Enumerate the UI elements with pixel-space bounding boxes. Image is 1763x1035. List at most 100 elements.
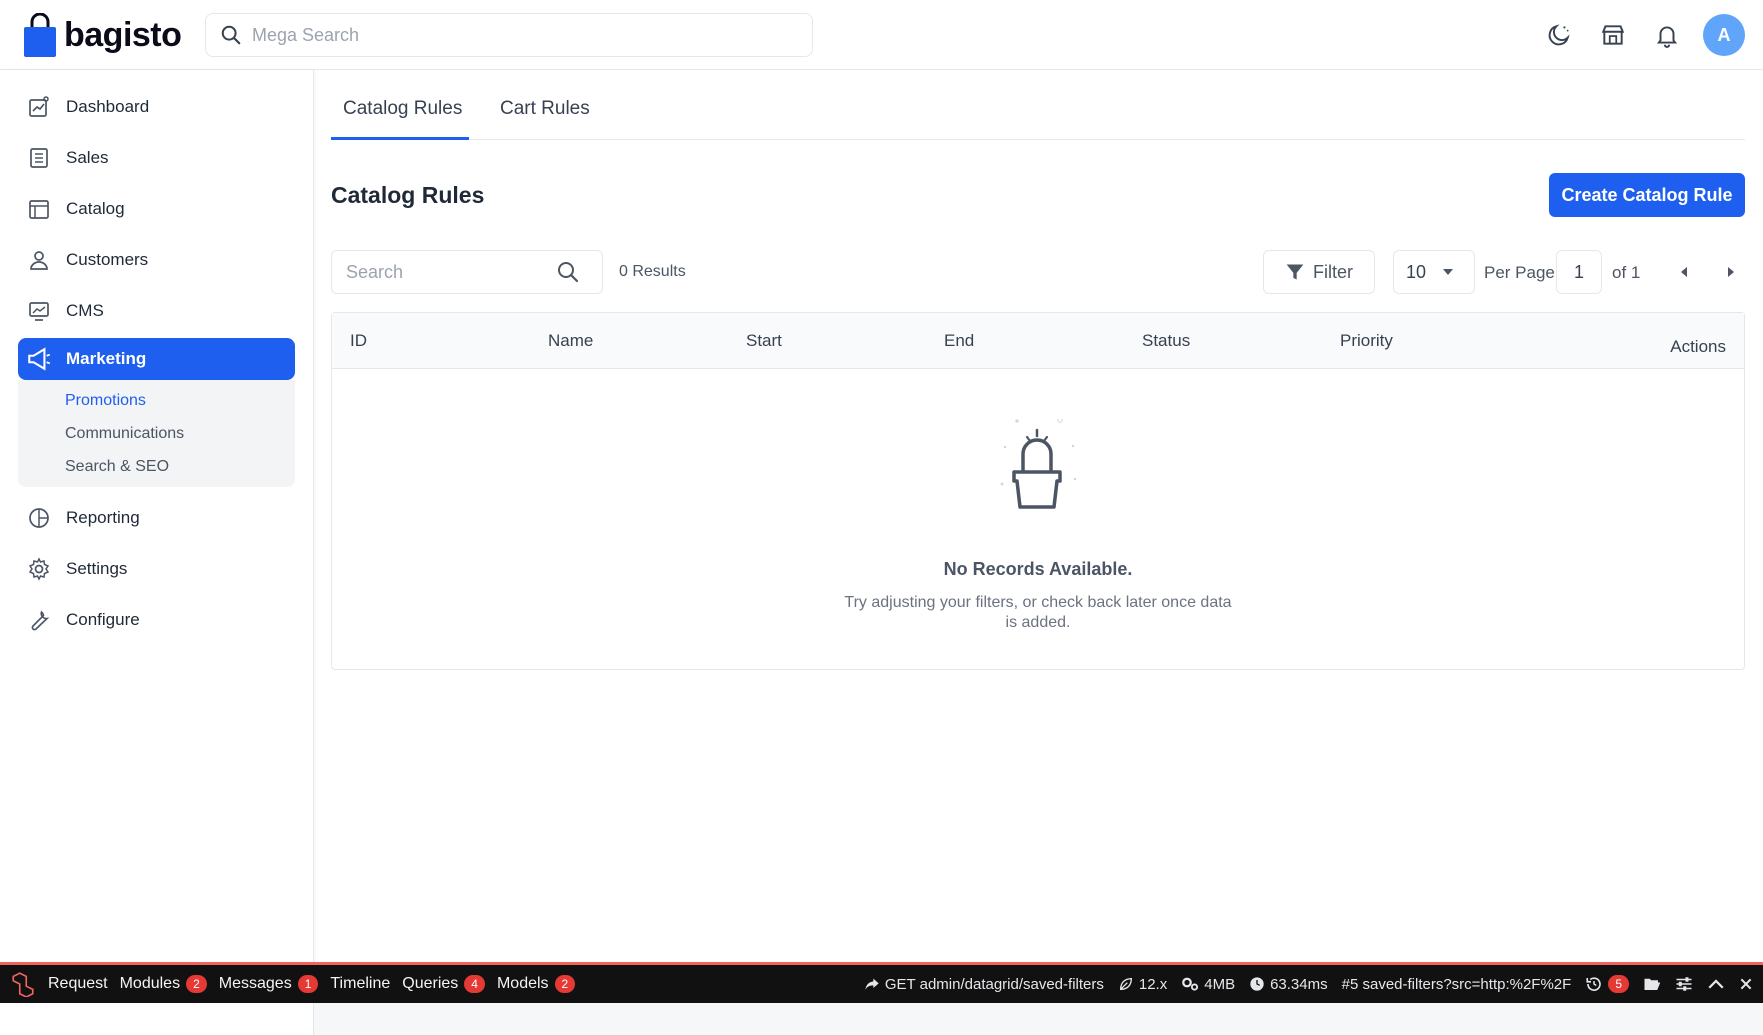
mega-search-bar[interactable] <box>205 13 813 57</box>
empty-state-description: Try adjusting your filters, or check bac… <box>844 594 1232 631</box>
notification-bell-icon[interactable] <box>1649 17 1685 53</box>
footer-strip <box>314 1003 1763 1035</box>
sidebar-item-cms[interactable]: CMS <box>18 290 295 332</box>
count-badge: 2 <box>186 975 207 993</box>
filter-button[interactable]: Filter <box>1263 250 1375 294</box>
column-header-end[interactable]: End <box>944 331 974 351</box>
debug-bar-tabs: Request Modules 2 Messages 1 Timeline Quer… <box>10 965 576 1003</box>
column-header-priority[interactable]: Priority <box>1340 331 1393 351</box>
sidebar-item-customers[interactable]: Customers <box>18 239 295 281</box>
memory-info: 4MB <box>1181 976 1235 993</box>
per-page-label: Per Page <box>1484 263 1555 282</box>
time-info: 63.34ms <box>1249 976 1328 993</box>
debug-tab-request[interactable]: Request <box>48 975 108 993</box>
pie-chart-icon <box>26 505 52 531</box>
next-page-icon[interactable] <box>1721 262 1741 282</box>
chevron-up-icon[interactable] <box>1707 977 1725 991</box>
storefront-icon[interactable] <box>1595 17 1631 53</box>
request-selector[interactable]: #5 saved-filters?src=http:%2F%2F <box>1342 976 1572 993</box>
datagrid-search[interactable] <box>331 250 603 294</box>
request-id-label: #5 saved-filters?src=http:%2F%2F <box>1341 975 1572 993</box>
count-badge: 4 <box>464 975 485 993</box>
megaphone-icon <box>26 346 52 372</box>
total-pages-label: of 1 <box>1612 263 1641 282</box>
sidebar-item-label: Dashboard <box>66 97 150 116</box>
search-icon <box>221 25 241 45</box>
gear-icon <box>26 556 52 582</box>
close-icon[interactable] <box>1739 977 1753 991</box>
previous-page-icon[interactable] <box>1674 262 1694 282</box>
sidebar-item-settings[interactable]: Settings <box>18 548 295 590</box>
settings-sliders-icon[interactable] <box>1675 976 1693 992</box>
search-icon[interactable] <box>556 260 580 284</box>
debug-tab-label: Timeline <box>330 975 391 992</box>
route-label: GET admin/datagrid/saved-filters <box>884 975 1104 993</box>
submenu-item-search-seo[interactable]: Search & SEO <box>65 458 169 476</box>
debug-tab-models[interactable]: Models 2 <box>497 975 576 993</box>
catalog-rules-table: ID Name Start End Status Priority Action… <box>331 312 1745 670</box>
route-info: GET admin/datagrid/saved-filters <box>864 976 1104 993</box>
sales-icon <box>26 145 52 171</box>
sidebar-item-label: Marketing <box>66 349 147 368</box>
rule-tabs: Catalog Rules Cart Rules <box>331 70 1745 140</box>
sidebar-item-marketing[interactable]: Marketing <box>18 338 295 380</box>
sidebar: Dashboard Sales Catalog Customers CMS Ma… <box>0 70 314 1035</box>
caret-down-icon <box>1443 269 1454 275</box>
sidebar-item-reporting[interactable]: Reporting <box>18 497 295 539</box>
user-avatar[interactable]: A <box>1703 14 1745 56</box>
sidebar-item-label: Customers <box>66 250 149 269</box>
results-count: 0 Results <box>619 263 686 280</box>
dark-mode-icon[interactable] <box>1541 17 1577 53</box>
debug-tab-timeline[interactable]: Timeline <box>330 975 390 993</box>
sidebar-item-label: Sales <box>66 148 109 167</box>
clock-icon <box>1250 977 1264 991</box>
submenu-item-promotions[interactable]: Promotions <box>65 392 146 410</box>
sidebar-item-dashboard[interactable]: Dashboard <box>18 86 295 128</box>
count-badge: 1 <box>297 975 319 993</box>
top-header: bagisto A <box>0 0 1763 70</box>
mega-search-input[interactable] <box>252 24 772 46</box>
history-icon <box>1586 977 1602 991</box>
debug-tab-messages[interactable]: Messages 1 <box>219 975 319 993</box>
datagrid-toolbar: 0 Results Filter 10 Per Page of 1 <box>331 250 1745 294</box>
folder-open-icon[interactable] <box>1643 976 1661 992</box>
per-page-select[interactable]: 10 <box>1393 250 1475 294</box>
shopping-bag-logo-icon <box>24 13 56 57</box>
datagrid-search-input[interactable] <box>346 261 556 283</box>
sidebar-item-label: Catalog <box>66 199 125 218</box>
debug-tab-label: Queries <box>402 975 459 992</box>
tab-catalog-rules[interactable]: Catalog Rules <box>343 98 462 120</box>
brand-name: bagisto <box>64 15 182 54</box>
cogs-icon <box>1182 977 1199 991</box>
per-page-value: 10 <box>1406 261 1427 282</box>
wrench-icon <box>26 607 52 633</box>
tab-cart-rules[interactable]: Cart Rules <box>500 98 590 120</box>
sidebar-item-sales[interactable]: Sales <box>18 137 295 179</box>
sidebar-item-configure[interactable]: Configure <box>18 599 295 641</box>
column-header-start[interactable]: Start <box>746 331 782 351</box>
debug-tab-modules[interactable]: Modules 2 <box>120 975 207 993</box>
column-header-name[interactable]: Name <box>548 331 593 351</box>
count-badge: 5 <box>1608 975 1629 993</box>
column-header-actions: Actions <box>1670 337 1726 356</box>
create-catalog-rule-button[interactable]: Create Catalog Rule <box>1549 173 1745 217</box>
time-label: 63.34ms <box>1270 975 1328 993</box>
bagisto-logo[interactable]: bagisto <box>22 12 182 58</box>
history-button[interactable]: 5 <box>1585 975 1629 993</box>
column-header-id[interactable]: ID <box>350 331 367 351</box>
debug-bar: Request Modules 2 Messages 1 Timeline Quer… <box>0 962 1763 1003</box>
dashboard-icon <box>26 94 52 120</box>
empty-state-title: No Records Available. <box>943 559 1133 579</box>
version-label: 12.x <box>1138 975 1168 993</box>
sidebar-item-label: Reporting <box>66 508 140 527</box>
debug-tab-queries[interactable]: Queries 4 <box>402 975 485 993</box>
laravel-logo-icon[interactable] <box>10 971 36 997</box>
sidebar-item-catalog[interactable]: Catalog <box>18 188 295 230</box>
page-number-input[interactable] <box>1556 250 1602 294</box>
submenu-item-communications[interactable]: Communications <box>65 425 184 443</box>
leaf-icon <box>1119 977 1132 991</box>
cactus-pot-icon <box>1000 419 1077 509</box>
debug-tab-label: Modules <box>119 975 181 992</box>
column-header-status[interactable]: Status <box>1142 331 1190 351</box>
filter-icon <box>1286 264 1304 280</box>
